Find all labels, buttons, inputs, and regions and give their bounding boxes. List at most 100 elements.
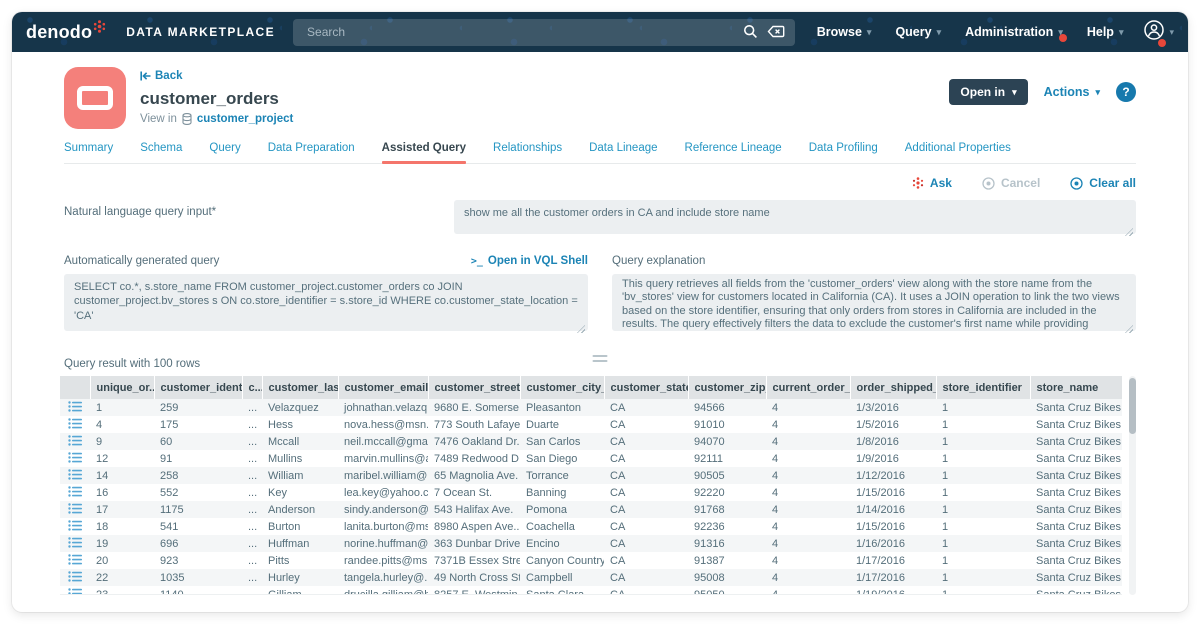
table-cell: Coachella xyxy=(520,518,604,535)
table-cell: Burton xyxy=(262,518,338,535)
table-row: 960...Mccallneil.mccall@gmai...7476 Oakl… xyxy=(60,433,1122,450)
column-header-customer-street[interactable]: customer_street... xyxy=(428,376,520,399)
column-header-unique-or[interactable]: unique_or... xyxy=(90,376,154,399)
table-cell: 1 xyxy=(936,518,1030,535)
table-cell: tangela.hurley@... xyxy=(338,569,428,586)
cancel-icon xyxy=(982,177,995,190)
table-cell: Santa Cruz Bikes xyxy=(1030,535,1122,552)
table-cell: 1175 xyxy=(154,501,242,518)
table-cell: 23 xyxy=(90,586,154,595)
table-cell: 1 xyxy=(936,433,1030,450)
row-menu-icon[interactable] xyxy=(60,586,90,595)
clear-search-icon[interactable] xyxy=(767,25,785,43)
global-search xyxy=(293,19,795,46)
table-cell: 773 South Lafaye... xyxy=(428,416,520,433)
tab-reference-lineage[interactable]: Reference Lineage xyxy=(685,142,782,163)
row-menu-icon[interactable] xyxy=(60,450,90,467)
column-header-customer-state[interactable]: customer_state... xyxy=(604,376,688,399)
table-scrollbar-thumb[interactable] xyxy=(1129,378,1136,434)
table-cell: 65 Magnolia Ave. xyxy=(428,467,520,484)
clear-all-button[interactable]: Clear all xyxy=(1070,176,1136,190)
row-menu-icon[interactable] xyxy=(60,467,90,484)
tab-data-lineage[interactable]: Data Lineage xyxy=(589,142,657,163)
query-explanation-textarea[interactable] xyxy=(612,274,1136,331)
table-cell: Santa Cruz Bikes xyxy=(1030,552,1122,569)
table-cell: William xyxy=(262,467,338,484)
row-menu-icon[interactable] xyxy=(60,501,90,518)
table-cell: 1 xyxy=(936,450,1030,467)
generated-query-label: Automatically generated query xyxy=(64,255,219,267)
open-vql-shell-link[interactable]: >_ Open in VQL Shell xyxy=(471,255,588,267)
tab-query[interactable]: Query xyxy=(209,142,240,163)
top-navbar: denodo DATA MARKETPLACE xyxy=(12,12,1188,52)
row-menu-icon[interactable] xyxy=(60,552,90,569)
ask-button[interactable]: Ask xyxy=(912,176,952,190)
column-header-store-identifier[interactable]: store_identifier xyxy=(936,376,1030,399)
page-title: customer_orders xyxy=(140,89,293,109)
table-cell: 1 xyxy=(936,501,1030,518)
tab-additional-properties[interactable]: Additional Properties xyxy=(905,142,1011,163)
table-cell: 4 xyxy=(766,467,850,484)
table-scrollbar[interactable] xyxy=(1129,376,1136,595)
column-header-current-order-s[interactable]: current_order_s... xyxy=(766,376,850,399)
menu-help[interactable]: Help▾ xyxy=(1087,25,1124,39)
row-menu-icon[interactable] xyxy=(60,399,90,416)
table-cell: 258 xyxy=(154,467,242,484)
row-menu-icon[interactable] xyxy=(60,569,90,586)
row-menu-icon[interactable] xyxy=(60,518,90,535)
help-button[interactable]: ? xyxy=(1116,82,1136,102)
table-cell: Santa Cruz Bikes xyxy=(1030,450,1122,467)
row-menu-icon[interactable] xyxy=(60,535,90,552)
generated-query-textarea[interactable] xyxy=(64,274,588,331)
table-cell: Campbell xyxy=(520,569,604,586)
clear-all-icon xyxy=(1070,177,1083,190)
search-icon[interactable] xyxy=(743,24,758,44)
tab-relationships[interactable]: Relationships xyxy=(493,142,562,163)
tab-assisted-query[interactable]: Assisted Query xyxy=(382,142,466,163)
menu-query[interactable]: Query▾ xyxy=(895,25,941,39)
column-header-customer-zip-c[interactable]: customer_zip_c... xyxy=(688,376,766,399)
column-header-c[interactable]: c... xyxy=(242,376,262,399)
table-cell: 7476 Oakland Dr. xyxy=(428,433,520,450)
panel-resize-handle-icon[interactable] xyxy=(593,355,608,365)
tab-data-profiling[interactable]: Data Profiling xyxy=(809,142,878,163)
table-cell: 696 xyxy=(154,535,242,552)
menu-administration[interactable]: Administration▾ xyxy=(965,25,1063,39)
user-menu[interactable]: ▾ xyxy=(1143,19,1174,46)
tab-summary[interactable]: Summary xyxy=(64,142,113,163)
column-header-order-shipped[interactable]: order_shipped_... xyxy=(850,376,936,399)
denodo-logo[interactable]: denodo xyxy=(26,22,106,42)
column-header-customer-last[interactable]: customer_last_... xyxy=(262,376,338,399)
cancel-button[interactable]: Cancel xyxy=(982,176,1040,190)
table-cell: 1 xyxy=(936,484,1030,501)
column-header-customer-email[interactable]: customer_email... xyxy=(338,376,428,399)
open-in-button[interactable]: Open in ▾ xyxy=(949,79,1027,105)
table-row: 171175...Andersonsindy.anderson@...543 H… xyxy=(60,501,1122,518)
project-link[interactable]: customer_project xyxy=(197,113,294,125)
cancel-label: Cancel xyxy=(1001,176,1040,190)
nl-query-input[interactable] xyxy=(454,200,1136,234)
tab-data-preparation[interactable]: Data Preparation xyxy=(268,142,355,163)
table-cell: CA xyxy=(604,569,688,586)
table-cell: 1/8/2016 xyxy=(850,433,936,450)
column-header-customer-city-l[interactable]: customer_city_l... xyxy=(520,376,604,399)
table-cell: CA xyxy=(604,399,688,416)
row-menu-icon[interactable] xyxy=(60,484,90,501)
column-header-store-name[interactable]: store_name xyxy=(1030,376,1122,399)
user-notification-dot xyxy=(1158,39,1166,47)
table-cell: Anderson xyxy=(262,501,338,518)
table-cell: 1/9/2016 xyxy=(850,450,936,467)
menu-browse[interactable]: Browse▾ xyxy=(817,25,872,39)
table-cell: 20 xyxy=(90,552,154,569)
column-header-customer-identi[interactable]: customer_identi... xyxy=(154,376,242,399)
row-menu-icon[interactable] xyxy=(60,416,90,433)
back-button[interactable]: Back xyxy=(140,70,183,82)
table-cell: ... xyxy=(242,518,262,535)
tab-schema[interactable]: Schema xyxy=(140,142,182,163)
row-menu-icon[interactable] xyxy=(60,433,90,450)
search-input[interactable] xyxy=(293,19,795,46)
table-cell: randee.pitts@ms... xyxy=(338,552,428,569)
column-header-row-menu xyxy=(60,376,90,399)
table-header-row: unique_or...customer_identi...c...custom… xyxy=(60,376,1122,399)
actions-button[interactable]: Actions ▾ xyxy=(1044,85,1100,99)
